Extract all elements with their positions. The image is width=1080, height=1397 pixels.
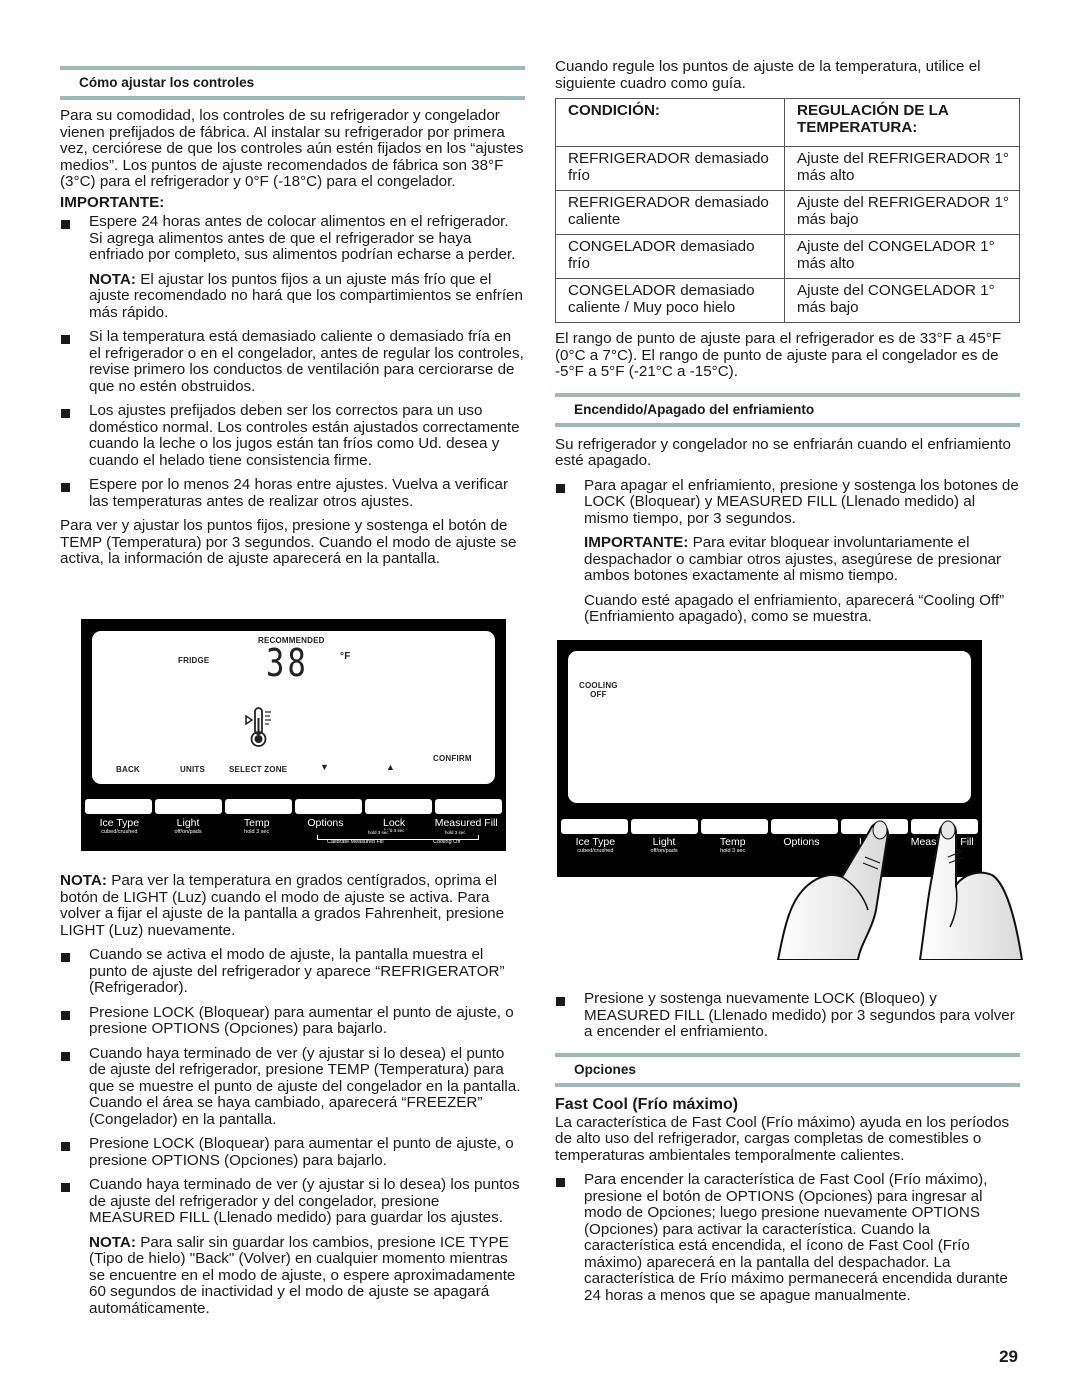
softkey-down-arrow-icon: ▼ — [320, 762, 330, 772]
table-cell: CONGELADOR demasiado frío — [555, 234, 785, 279]
nota-text: Para salir sin guardar los cambios, pres… — [89, 1233, 516, 1317]
button-labels: Ice Type cubed/crushed Light off/on/pads T… — [85, 818, 504, 836]
cooling-list: Para apagar el enfriamiento, presione y … — [555, 477, 1020, 528]
softkey-units: UNITS — [180, 765, 205, 774]
lcd-display: COOLING OFF — [568, 651, 971, 803]
section-heading-options: Opciones — [555, 1052, 1020, 1087]
intro-paragraph: Para su comodidad, los controles de su r… — [60, 107, 524, 190]
button-label: Ice Type cubed/crushed — [99, 817, 140, 836]
button-label: Temp hold 3 sec — [719, 836, 746, 855]
button-pads — [85, 799, 502, 814]
lock-button[interactable] — [365, 799, 432, 814]
table-header-row: CONDICIÓN: REGULACIÓN DE LA TEMPERATURA: — [555, 98, 1020, 147]
para-ver-paragraph: Para ver y ajustar los puntos fijos, pre… — [60, 517, 517, 567]
fast-cool-intro: La característica de Fast Cool (Frío máx… — [555, 1113, 1010, 1164]
softkey-confirm: CONFIRM — [433, 754, 472, 763]
important-list: Espere 24 horas antes de colocar aliment… — [60, 213, 525, 264]
table-cell: Ajuste del CONGELADOR 1° más bajo — [784, 278, 1020, 323]
button-label: Ice Type cubed/crushed — [575, 836, 616, 855]
button-label: Light off/on/pads — [650, 836, 678, 855]
measured-fill-button[interactable] — [435, 799, 502, 814]
ice-type-button[interactable] — [561, 819, 628, 834]
table-cell: REFRIGERADOR demasiado caliente — [555, 190, 785, 235]
nota-3: NOTA: Para salir sin guardar los cambios… — [60, 1233, 525, 1318]
nota-1: NOTA: El ajustar los puntos fijos a un a… — [60, 270, 525, 322]
fast-cool-heading: Fast Cool (Frío máximo) — [555, 1095, 739, 1113]
list-item: Cuando haya terminado de ver (y ajustar … — [60, 1176, 525, 1227]
temp-button[interactable] — [701, 819, 768, 834]
list-item: Espere por lo menos 24 horas entre ajust… — [60, 476, 525, 510]
table-header: REGULACIÓN DE LA TEMPERATURA: — [784, 98, 1020, 147]
nota-text: El ajustar los puntos fijos a un ajuste … — [89, 270, 523, 321]
zone-label: FRIDGE — [178, 656, 210, 665]
range-paragraph: El rango de punto de ajuste para el refr… — [555, 330, 1002, 380]
table-row: CONGELADOR demasiado caliente / Muy poco… — [555, 278, 1020, 323]
combo-calibrate-label: Calibrate Measured Fill — [327, 839, 384, 845]
fast-cool-list: Para encender la característica de Fast … — [555, 1171, 1020, 1304]
combo-hold-a: hold 3 sec — [367, 830, 390, 835]
adjust-steps-list: Cuando se activa el modo de ajuste, la p… — [60, 946, 525, 1227]
table-row: CONGELADOR demasiado frío Ajuste del CON… — [555, 234, 1020, 279]
table-row: REFRIGERADOR demasiado frío Ajuste del R… — [555, 146, 1020, 191]
list-item: Si la temperatura está demasiado calient… — [60, 328, 525, 395]
button-label: Temp hold 3 sec — [243, 817, 270, 836]
table-cell: REFRIGERADOR demasiado frío — [555, 146, 785, 191]
unit-label: °F — [340, 651, 351, 662]
combo-cooling-off-label: Cooling Off — [433, 839, 461, 845]
ice-type-button[interactable] — [85, 799, 152, 814]
thermometer-icon — [245, 707, 271, 747]
list-item: Cuando haya terminado de ver (y ajustar … — [60, 1045, 525, 1129]
temperature-guide-table: CONDICIÓN: REGULACIÓN DE LA TEMPERATURA:… — [555, 98, 1020, 323]
table-cell: CONGELADOR demasiado caliente / Muy poco… — [555, 278, 785, 323]
cooling-shown-paragraph: Cuando esté apagado el enfriamiento, apa… — [584, 591, 1005, 625]
right-column-lower: Presione y sostenga nuevamente LOCK (Blo… — [555, 990, 1020, 1304]
light-button[interactable] — [155, 799, 222, 814]
button-label: Light off/on/pads — [174, 817, 202, 836]
button-label: Options — [307, 817, 344, 829]
nota-2: NOTA: Para ver la temperatura en grados … — [60, 872, 525, 939]
table-cell: Ajuste del REFRIGERADOR 1° más alto — [784, 146, 1020, 191]
nota-label: NOTA: — [60, 872, 107, 889]
right-column: Cuando regule los puntos de ajuste de la… — [555, 58, 1020, 626]
hands-pressing-icon — [776, 820, 1024, 960]
softkey-up-arrow-icon: ▲ — [386, 762, 396, 772]
cooling-off-status: COOLING OFF — [579, 681, 618, 699]
nota-text: Para ver la temperatura en grados centíg… — [60, 872, 505, 939]
list-item: Presione LOCK (Bloquear) para aumentar e… — [60, 1135, 525, 1169]
cooling-intro: Su refrigerador y congelador no se enfri… — [555, 435, 1011, 469]
importante-note: IMPORTANTE: Para evitar bloquear involun… — [555, 534, 1020, 585]
softkey-back: BACK — [116, 765, 140, 774]
list-item: Los ajustes prefijados deben ser los cor… — [60, 402, 525, 469]
lcd-display: RECOMMENDED FRIDGE 38 °F BACK UNITS SELE… — [92, 631, 495, 784]
light-button[interactable] — [631, 819, 698, 834]
left-column-lower: NOTA: Para ver la temperatura en grados … — [60, 872, 525, 1318]
importante-label: IMPORTANTE: — [584, 534, 689, 551]
table-cell: Ajuste del REFRIGERADOR 1° más bajo — [784, 190, 1020, 235]
list-item: Espere 24 horas antes de colocar aliment… — [60, 213, 525, 264]
combo-hold-b: hold 3 sec — [444, 830, 467, 835]
list-item: Presione y sostenga nuevamente LOCK (Blo… — [555, 990, 1020, 1041]
table-row: REFRIGERADOR demasiado caliente Ajuste d… — [555, 190, 1020, 235]
softkey-select-zone: SELECT ZONE — [229, 765, 288, 774]
cooling-on-list: Presione y sostenga nuevamente LOCK (Blo… — [555, 990, 1020, 1041]
nota-label: NOTA: — [89, 270, 136, 288]
nota-label: NOTA: — [89, 1233, 136, 1251]
list-item: Para encender la característica de Fast … — [555, 1171, 1020, 1304]
section-heading-cooling: Encendido/Apagado del enfriamiento — [555, 392, 1020, 427]
important-list-cont: Si la temperatura está demasiado calient… — [60, 328, 525, 510]
temperature-readout: 38 — [266, 641, 310, 685]
left-column: Cómo ajustar los controles Para su comod… — [60, 0, 525, 568]
list-item: Para apagar el enfriamiento, presione y … — [555, 477, 1020, 528]
table-cell: Ajuste del CONGELADOR 1° más alto — [784, 234, 1020, 279]
list-item: Cuando se activa el modo de ajuste, la p… — [60, 946, 525, 997]
page-number: 29 — [999, 1347, 1018, 1366]
temp-button[interactable] — [225, 799, 292, 814]
options-button[interactable] — [295, 799, 362, 814]
importante-label: IMPORTANTE: — [60, 193, 165, 211]
control-panel-illustration: RECOMMENDED FRIDGE 38 °F BACK UNITS SELE… — [81, 619, 506, 851]
section-heading-adjust-controls: Cómo ajustar los controles — [60, 66, 525, 100]
table-header: CONDICIÓN: — [555, 98, 785, 147]
table-intro: Cuando regule los puntos de ajuste de la… — [555, 58, 981, 92]
list-item: Presione LOCK (Bloquear) para aumentar e… — [60, 1004, 525, 1038]
